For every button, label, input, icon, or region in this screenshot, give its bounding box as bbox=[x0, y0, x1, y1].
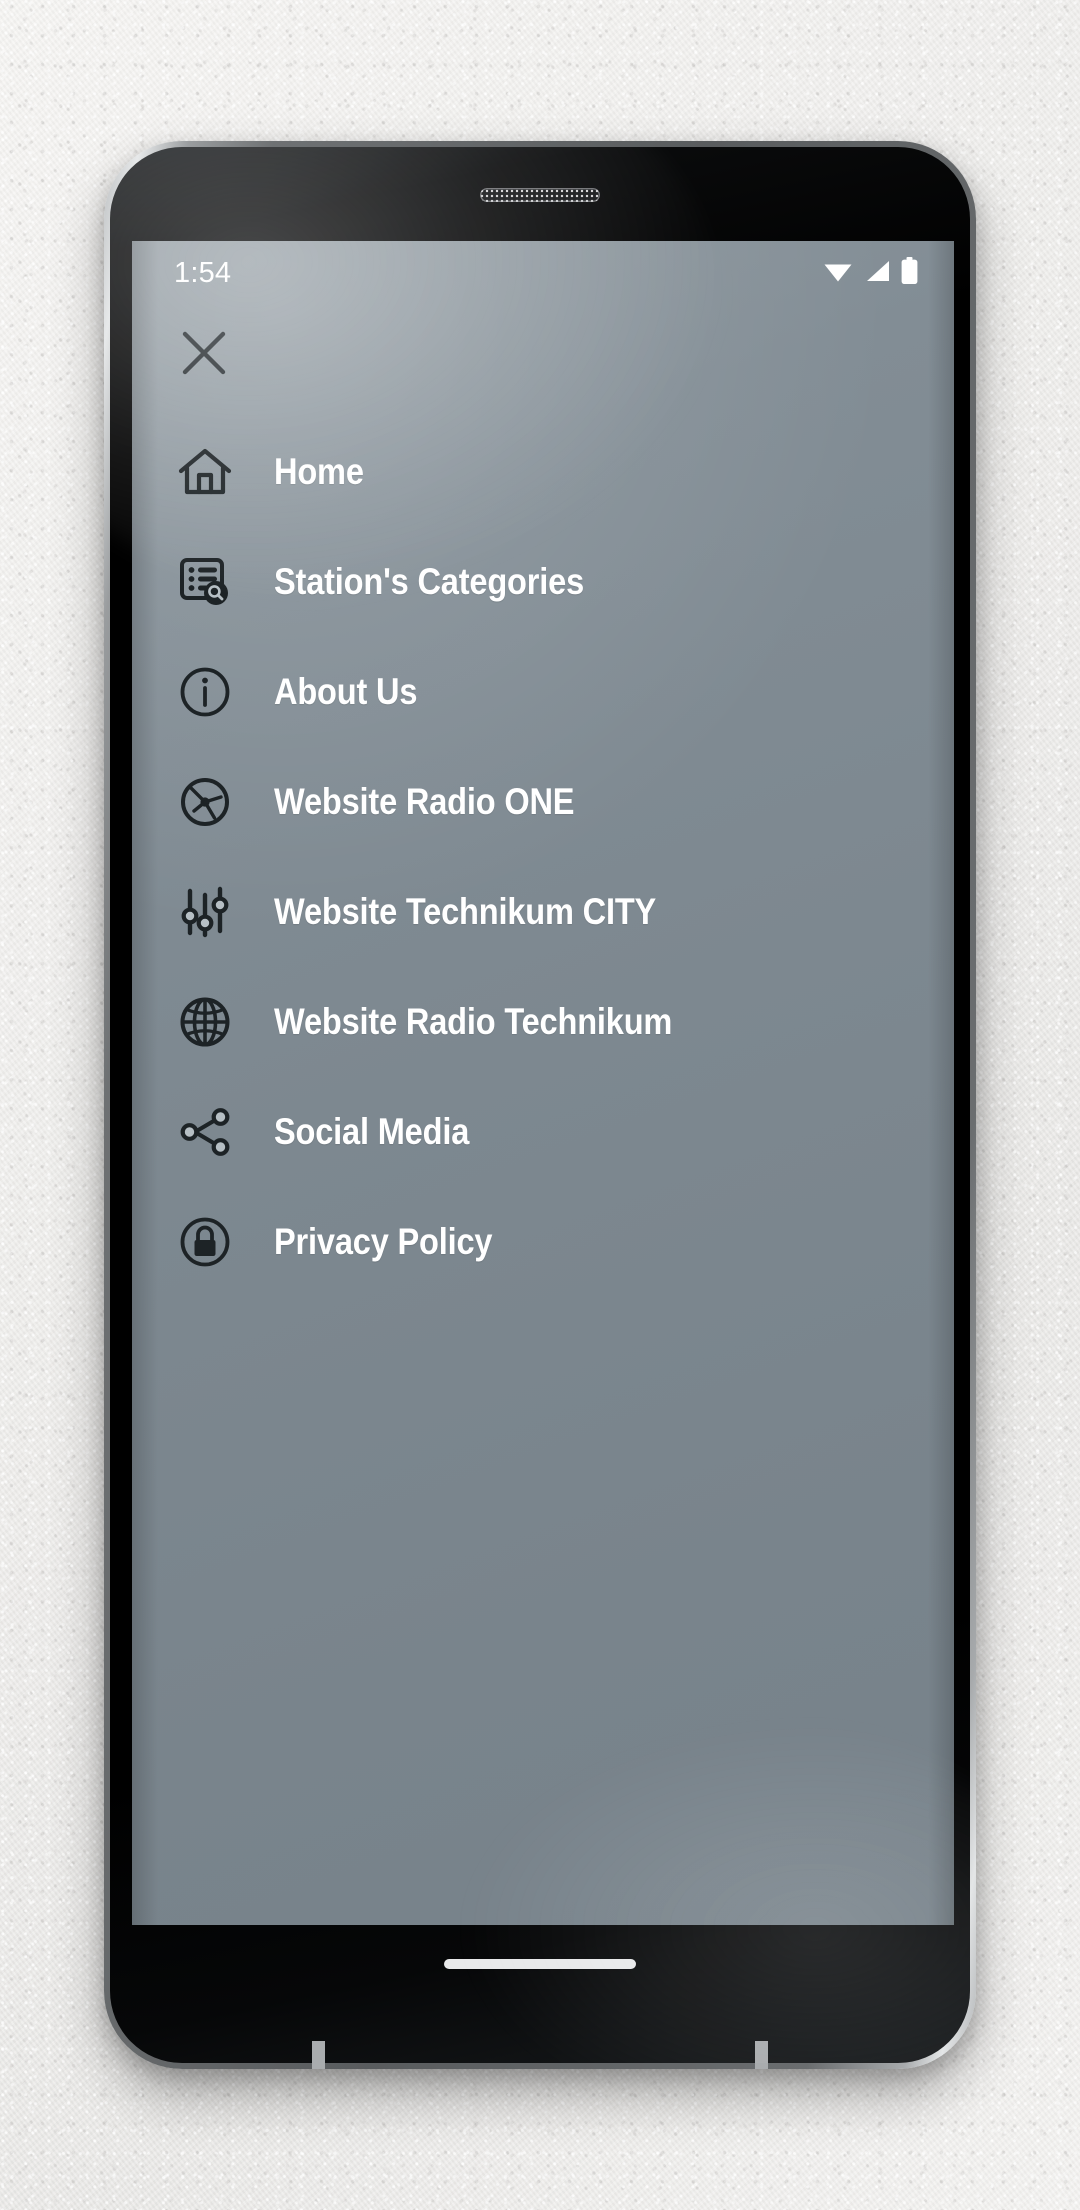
menu-item-label: Privacy Policy bbox=[274, 1221, 493, 1262]
close-icon[interactable] bbox=[168, 317, 240, 389]
menu-item-label: Website Technikum CITY bbox=[274, 891, 657, 932]
menu-item-label: About Us bbox=[274, 671, 418, 712]
drawer-header bbox=[132, 305, 954, 401]
menu-item-website-technikum-city[interactable]: Website Technikum CITY bbox=[132, 857, 954, 967]
globe-icon bbox=[174, 991, 236, 1053]
phone-screen: 1:54 Home Station's Categories About Us … bbox=[132, 241, 954, 1925]
menu-item-stations-categories[interactable]: Station's Categories bbox=[132, 527, 954, 637]
menu-item-label: Website Radio ONE bbox=[274, 781, 575, 822]
disc-icon bbox=[174, 771, 236, 833]
menu-item-about-us[interactable]: About Us bbox=[132, 637, 954, 747]
info-circle-icon bbox=[174, 661, 236, 723]
menu-item-label: Home bbox=[274, 451, 364, 492]
home-gesture-bar[interactable] bbox=[444, 1959, 636, 1969]
lock-circle-icon bbox=[174, 1211, 236, 1273]
menu-item-website-radio-one[interactable]: Website Radio ONE bbox=[132, 747, 954, 857]
navigation-bar bbox=[132, 1925, 948, 2055]
battery-icon bbox=[901, 257, 918, 289]
menu-item-social-media[interactable]: Social Media bbox=[132, 1077, 954, 1187]
menu-item-label: Website Radio Technikum bbox=[274, 1001, 673, 1042]
cellular-signal-icon bbox=[864, 259, 890, 288]
status-bar: 1:54 bbox=[132, 241, 954, 305]
drawer-menu-list: Home Station's Categories About Us Websi… bbox=[132, 417, 954, 1297]
equalizer-sliders-icon bbox=[174, 881, 236, 943]
earpiece-speaker-icon bbox=[480, 188, 600, 202]
menu-item-privacy-policy[interactable]: Privacy Policy bbox=[132, 1187, 954, 1297]
menu-item-label: Social Media bbox=[274, 1111, 470, 1152]
share-icon bbox=[174, 1101, 236, 1163]
smartphone-device: 1:54 Home Station's Categories About Us … bbox=[104, 141, 976, 2069]
menu-item-label: Station's Categories bbox=[274, 561, 585, 602]
list-search-icon bbox=[174, 551, 236, 613]
wifi-icon bbox=[823, 259, 853, 288]
menu-item-home[interactable]: Home bbox=[132, 417, 954, 527]
phone-bezel: 1:54 Home Station's Categories About Us … bbox=[110, 147, 970, 2063]
menu-item-website-radio-technikum[interactable]: Website Radio Technikum bbox=[132, 967, 954, 1077]
status-bar-time: 1:54 bbox=[174, 256, 232, 289]
home-icon bbox=[174, 441, 236, 503]
status-bar-icons bbox=[823, 257, 918, 289]
